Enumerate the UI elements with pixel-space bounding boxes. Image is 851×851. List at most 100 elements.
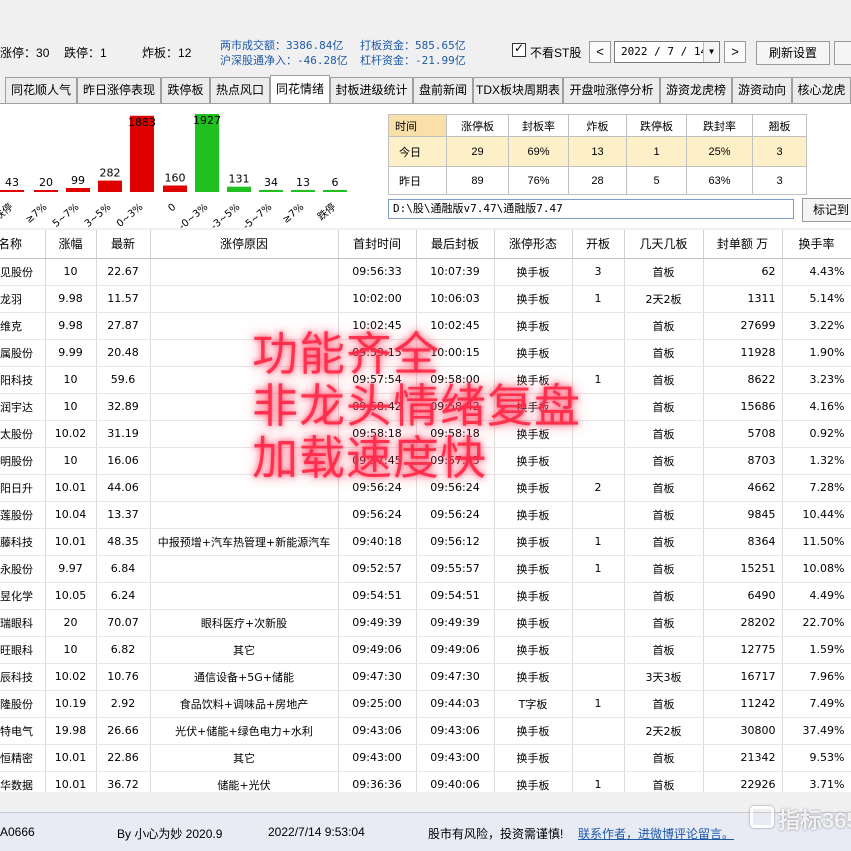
prev-date-button[interactable]: < (589, 41, 611, 63)
grid-header-cell[interactable]: 最后封板 (416, 230, 495, 259)
table-cell: 22.86 (96, 744, 151, 772)
table-cell: 1.59% (782, 636, 851, 664)
contact-link[interactable]: 联系作者，进微博评论留言。 (578, 825, 734, 842)
summary-header: 炸板 (568, 114, 627, 137)
next-date-button[interactable]: > (724, 41, 746, 63)
refresh-settings-button[interactable]: 刷新设置 (756, 41, 830, 65)
table-cell: 1.90% (782, 339, 851, 367)
table-cell: 阳日升 (0, 474, 46, 502)
grid-header-cell[interactable]: 换手率 (782, 230, 851, 259)
table-cell: 首板 (624, 609, 704, 637)
tab-2[interactable]: 跌停板 (161, 77, 210, 103)
table-cell: 10.44% (782, 501, 851, 529)
table-row[interactable]: 特电气 19.98 26.66 光伏+储能+绿色电力+水利 09:43:06 09:43:… (0, 717, 851, 745)
table-cell: 09:25:00 (338, 690, 417, 718)
table-row[interactable]: 藤科技 10.01 48.35 中报预增+汽车热管理+新能源汽车 09:40:18 09:… (0, 528, 851, 556)
table-cell: 26.66 (96, 717, 151, 745)
table-cell: 09:43:00 (338, 744, 417, 772)
table-cell: 44.06 (96, 474, 151, 502)
tab-7[interactable]: TDX板块周期表 (473, 77, 563, 103)
path-input[interactable]: D:\股\通融版v7.47\通融版7.47 (388, 199, 794, 219)
table-cell: 2天2板 (624, 717, 704, 745)
table-row[interactable]: 辰科技 10.02 10.76 通信设备+5G+储能 09:47:30 09:47:30 换… (0, 663, 851, 691)
table-row[interactable]: 见股份 10 22.67 09:56:33 10:07:39 换手板 3 首板 62 4.43% (0, 258, 851, 286)
grid-header-cell[interactable]: 开板 (572, 230, 625, 259)
grid-header-cell[interactable]: 最新 (96, 230, 151, 259)
table-cell: 换手板 (494, 501, 573, 529)
table-cell: 09:49:39 (338, 609, 417, 637)
tab-6[interactable]: 盘前新闻 (413, 77, 473, 103)
table-cell: 首板 (624, 771, 704, 792)
table-row[interactable]: 永股份 9.97 6.84 09:52:57 09:55:57 换手板 1 首板 15251 10… (0, 555, 851, 583)
bar-value-label: 99 (71, 174, 85, 187)
tab-0[interactable]: 同花顺人气 (5, 77, 77, 103)
limit-up-grid: 名称 涨幅 最新 涨停原因 首封时间 最后封板 涨停形态 开板 几天几板 封单额 万换手率 见股份… (0, 230, 851, 792)
promo-overlay: 功能齐全 非龙头情绪复盘 加载速度快 (252, 328, 652, 484)
summary-cell: 昨日 (388, 166, 447, 195)
grid-header-cell[interactable]: 首封时间 (338, 230, 417, 259)
table-row[interactable]: 莲股份 10.04 13.37 09:56:24 09:56:24 换手板 首板 9845 10… (0, 501, 851, 529)
tab-1[interactable]: 昨日涨停表现 (77, 77, 161, 103)
bar-3 (98, 180, 122, 192)
table-cell: 7.96% (782, 663, 851, 691)
table-row[interactable]: 瑞眼科 20 70.07 眼科医疗+次新股 09:49:39 09:49:39 换手板 首板 2… (0, 609, 851, 637)
table-row[interactable]: 龙羽 9.98 11.57 10:02:00 10:06:03 换手板 1 2天2板 1311 5… (0, 285, 851, 313)
table-row[interactable]: 旺眼科 10 6.82 其它 09:49:06 09:49:06 换手板 首板 12775 1.5… (0, 636, 851, 664)
table-cell: 10 (45, 258, 97, 286)
tab-9[interactable]: 游资龙虎榜 (660, 77, 732, 103)
table-cell: 1 (572, 528, 625, 556)
date-picker[interactable]: 2022 / 7 / 14 ▼ (614, 41, 720, 63)
table-row[interactable]: 华数据 10.01 36.72 储能+光伏 09:36:36 09:40:06 换手板 1 首板… (0, 771, 851, 792)
table-cell: 隆股份 (0, 690, 46, 718)
table-cell: 首板 (624, 555, 704, 583)
tab-3[interactable]: 热点风口 (210, 77, 270, 103)
table-row[interactable]: 隆股份 10.19 2.92 食品饮料+调味品+房地产 09:25:00 09:44:03… (0, 690, 851, 718)
table-cell: 09:56:12 (416, 528, 495, 556)
status-code: A0666 (0, 825, 35, 839)
bar-1 (34, 190, 58, 192)
table-cell: 48.35 (96, 528, 151, 556)
category-label: -5~7% (241, 202, 274, 228)
extra-button[interactable] (834, 41, 851, 65)
table-cell: 11.50% (782, 528, 851, 556)
tab-4[interactable]: 同花情绪 (270, 75, 330, 103)
table-cell: 5708 (703, 420, 783, 448)
tab-10[interactable]: 游资动向 (732, 77, 792, 103)
table-cell: 15251 (703, 555, 783, 583)
table-cell: 首板 (624, 582, 704, 610)
tab-5[interactable]: 封板进级统计 (330, 77, 413, 103)
grid-header-cell[interactable]: 涨停形态 (494, 230, 573, 259)
tab-11[interactable]: 核心龙虎 (792, 77, 851, 103)
chevron-down-icon[interactable]: ▼ (703, 42, 719, 62)
watermark-logo-icon (750, 806, 774, 828)
table-cell: 8622 (703, 366, 783, 394)
summary-table: 时间 涨停板 封板率 炸板 跌停板 跌封率 翘板 今日 29 69% 13 1 … (388, 114, 807, 195)
overlay-line-3: 加载速度快 (252, 431, 487, 485)
grid-header-cell[interactable]: 几天几板 (624, 230, 704, 259)
hide-st-checkbox[interactable] (512, 41, 526, 57)
table-cell: 首板 (624, 258, 704, 286)
summary-cell: 25% (686, 136, 753, 167)
table-cell: 龙羽 (0, 285, 46, 313)
table-cell: 09:40:18 (338, 528, 417, 556)
summary-row-today[interactable]: 今日 29 69% 13 1 25% 3 (388, 136, 807, 167)
mark-button[interactable]: 标记到 (802, 198, 851, 222)
table-cell: 其它 (150, 744, 339, 772)
table-cell (150, 258, 339, 286)
summary-row-yesterday[interactable]: 昨日 89 76% 28 5 63% 3 (388, 166, 807, 195)
table-cell: 维克 (0, 312, 46, 340)
grid-header-cell[interactable]: 名称 (0, 230, 46, 259)
table-row[interactable]: 恒精密 10.01 22.86 其它 09:43:00 09:43:00 换手板 首板 2134… (0, 744, 851, 772)
table-cell: 11242 (703, 690, 783, 718)
table-cell: 换手板 (494, 636, 573, 664)
table-cell: 36.72 (96, 771, 151, 792)
table-row[interactable]: 昱化学 10.05 6.24 09:54:51 09:54:51 换手板 首板 6490 4.4… (0, 582, 851, 610)
status-bar: A0666 By 小心为妙 2020.9 2022/7/14 9:53:04 股… (0, 812, 851, 851)
grid-header-cell[interactable]: 涨幅 (45, 230, 97, 259)
tab-8[interactable]: 开盘啦涨停分析 (563, 77, 660, 103)
table-cell (572, 501, 625, 529)
category-label: 0~3% (115, 202, 146, 228)
table-cell: 华数据 (0, 771, 46, 792)
grid-header-cell[interactable]: 封单额 万 (703, 230, 783, 259)
grid-header-cell[interactable]: 涨停原因 (150, 230, 339, 259)
